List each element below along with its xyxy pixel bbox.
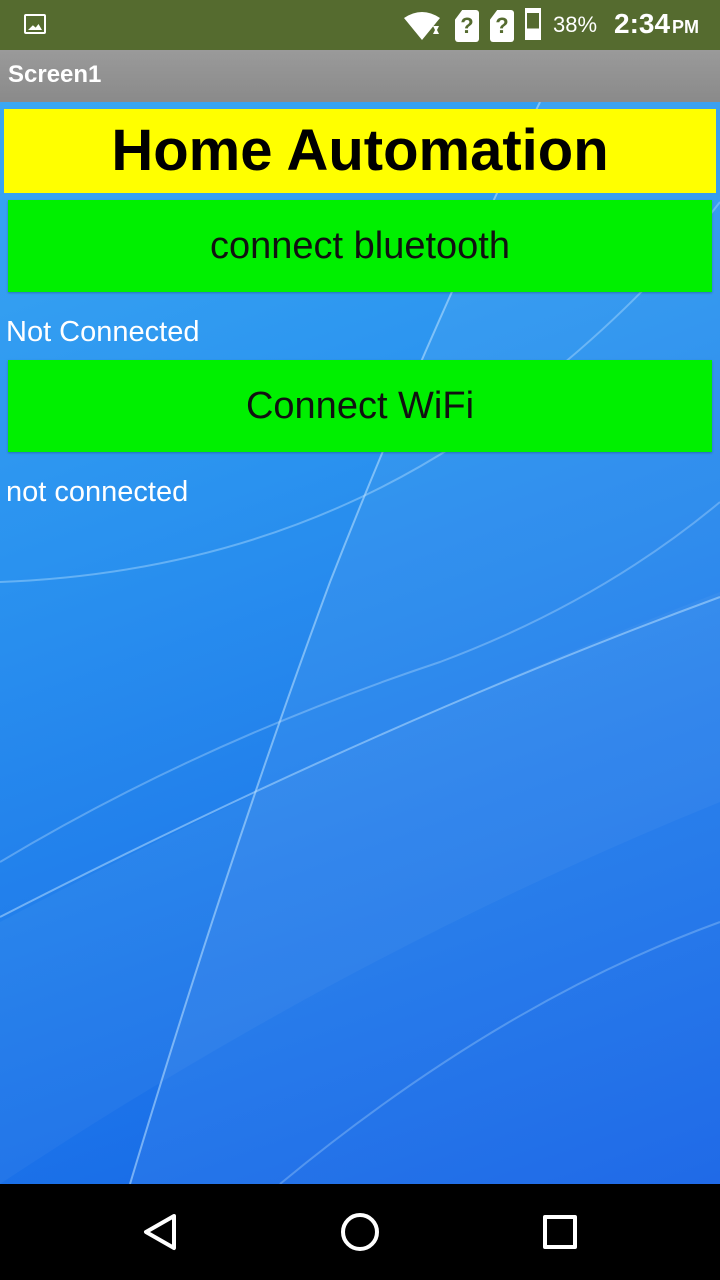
main-content: Home Automation connect bluetooth Not Co… — [0, 102, 720, 1184]
sim1-unknown-icon: ? — [455, 10, 479, 42]
sim2-unknown-icon: ? — [490, 10, 514, 42]
recents-icon[interactable] — [543, 1215, 577, 1249]
status-bar: ? ? 38% 2:34 PM — [0, 0, 720, 50]
title-bar: Screen1 — [0, 50, 720, 102]
home-icon[interactable] — [341, 1213, 379, 1251]
gallery-icon — [24, 14, 46, 34]
bluetooth-status-label: Not Connected — [6, 316, 200, 348]
navigation-bar — [0, 1184, 720, 1280]
battery-percentage: 38% — [553, 12, 598, 37]
screen-title: Screen1 — [8, 61, 102, 88]
clock: 2:34 PM — [614, 8, 699, 40]
heading-banner: Home Automation — [4, 109, 716, 193]
battery-icon — [525, 8, 541, 40]
connect-bluetooth-button[interactable]: connect bluetooth — [8, 200, 712, 292]
clock-ampm: PM — [672, 17, 700, 37]
back-icon[interactable] — [140, 1212, 180, 1252]
wifi-icon — [404, 12, 440, 40]
connect-wifi-button[interactable]: Connect WiFi — [8, 360, 712, 452]
wifi-status-label: not connected — [6, 476, 189, 508]
clock-time: 2:34 — [614, 8, 671, 39]
page-title: Home Automation — [111, 118, 609, 183]
